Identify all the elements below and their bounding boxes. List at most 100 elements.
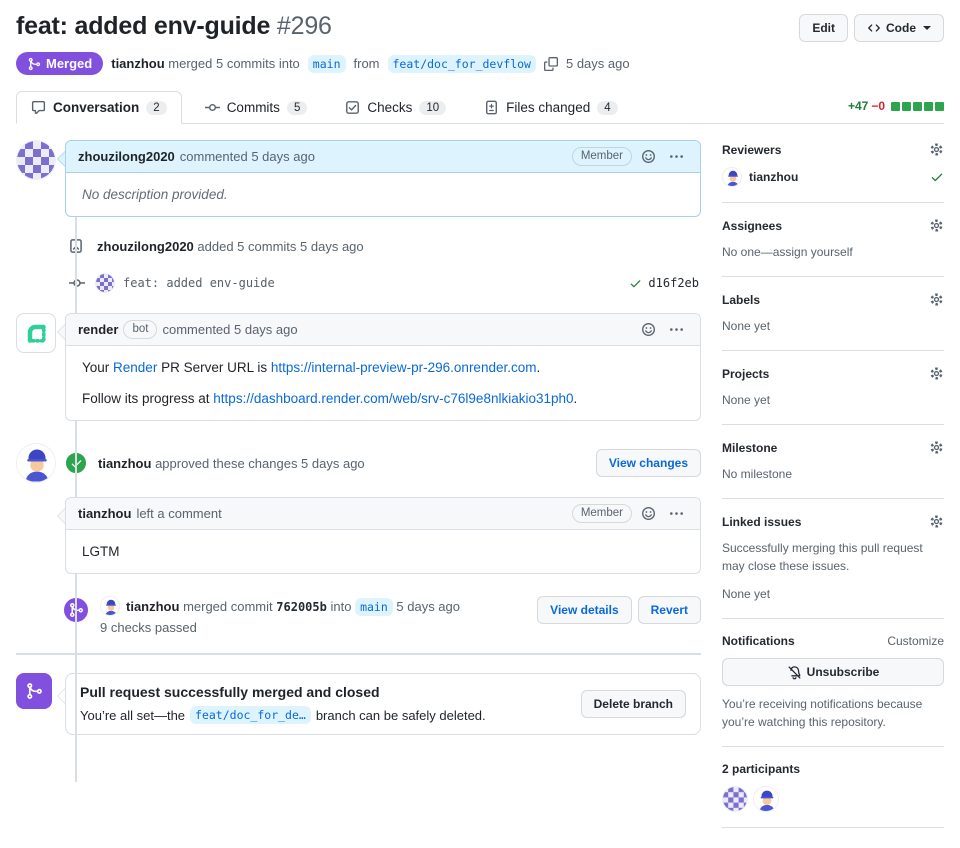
comment-render-bot: render bot commented 5 days ago Your Ren…	[16, 313, 701, 421]
gear-icon[interactable]	[929, 292, 944, 307]
render-link[interactable]: Render	[113, 360, 157, 375]
event-author-link[interactable]: zhouzilong2020	[97, 239, 194, 254]
base-branch-label[interactable]: main	[355, 597, 393, 616]
head-branch-label[interactable]: feat/doc_for_devflow	[387, 54, 536, 73]
customize-link[interactable]: Customize	[887, 634, 944, 648]
identicon-avatar	[723, 787, 747, 811]
participants-title: 2 participants	[722, 762, 801, 776]
render-logo-icon	[24, 321, 48, 345]
review-approved-event: tianzhou approved these changes 5 days a…	[16, 443, 701, 483]
reaction-button[interactable]	[637, 149, 660, 164]
tab-conversation[interactable]: Conversation 2	[16, 91, 182, 124]
avatar[interactable]	[100, 596, 120, 616]
kebab-icon	[670, 328, 683, 331]
comment-icon	[31, 100, 46, 115]
file-diff-icon	[486, 100, 498, 115]
git-merge-icon	[70, 603, 84, 617]
approved-check-icon	[931, 173, 943, 182]
merged-banner-subtitle: You’re all set—the feat/doc_for_de… bran…	[80, 706, 486, 724]
comment-options-button[interactable]	[665, 322, 688, 337]
merged-sha-link[interactable]: 762005b	[276, 600, 327, 614]
pr-meta: Merged tianzhou merged 5 commits into ma…	[16, 52, 944, 75]
commit-sha-link[interactable]: d16f2eb	[648, 276, 699, 290]
comment-author-link[interactable]: zhouzilong2020	[78, 149, 175, 164]
gear-icon[interactable]	[929, 218, 944, 233]
tianzhou-avatar	[723, 168, 741, 186]
merged-banner-title: Pull request successfully merged and clo…	[80, 684, 380, 700]
git-commit-icon	[69, 279, 85, 287]
repo-push-icon	[70, 239, 82, 254]
comment-body: LGTM	[82, 544, 120, 559]
sidebar-notifications: Notifications Customize Unsubscribe You’…	[722, 619, 944, 747]
checks-passed-link[interactable]: 9 checks passed	[100, 620, 537, 635]
avatar[interactable]	[722, 167, 742, 187]
reaction-button[interactable]	[637, 506, 660, 521]
sidebar-participants: 2 participants	[722, 747, 944, 828]
merged-banner: Pull request successfully merged and clo…	[16, 673, 701, 735]
assignees-empty-text[interactable]: No one—assign yourself	[722, 243, 944, 261]
tab-commits[interactable]: Commits 5	[190, 91, 323, 124]
timeline-divider	[16, 653, 701, 655]
code-icon	[868, 24, 880, 32]
preview-url-link[interactable]: https://internal-preview-pr-296.onrender…	[271, 360, 537, 375]
check-icon[interactable]	[629, 277, 642, 290]
review-author-link[interactable]: tianzhou	[98, 456, 151, 471]
participant-avatar[interactable]	[722, 786, 748, 812]
reaction-button[interactable]	[637, 322, 660, 337]
view-changes-button[interactable]: View changes	[595, 449, 701, 477]
git-merge-icon	[28, 57, 41, 70]
gear-icon[interactable]	[929, 514, 944, 529]
sidebar-assignees: Assignees No one—assign yourself	[722, 203, 944, 277]
sidebar-linked-issues: Linked issues Successfully merging this …	[722, 499, 944, 619]
commits-added-event: zhouzilong2020 added 5 commits 5 days ag…	[63, 233, 701, 259]
tianzhou-avatar	[101, 597, 119, 615]
commit-message-link[interactable]: feat: added env-guide	[123, 276, 275, 290]
labels-empty-text: None yet	[722, 319, 771, 333]
merge-time: 5 days ago	[565, 56, 630, 71]
notifications-desc: You’re receiving notifications because y…	[722, 697, 923, 729]
smiley-icon	[642, 507, 655, 520]
participant-avatar[interactable]	[753, 786, 779, 812]
delete-branch-button[interactable]: Delete branch	[580, 690, 686, 718]
tab-files-changed[interactable]: Files changed 4	[469, 91, 632, 124]
gear-icon[interactable]	[929, 142, 944, 157]
dashboard-url-link[interactable]: https://dashboard.render.com/web/srv-c76…	[213, 391, 573, 406]
pr-number: #296	[276, 12, 332, 40]
linked-issues-empty-text: None yet	[722, 587, 771, 601]
comment-body: No description provided.	[82, 187, 228, 202]
merge-author-link[interactable]: tianzhou	[126, 599, 179, 614]
comment-author-link[interactable]: tianzhou	[78, 506, 131, 521]
copy-icon[interactable]	[543, 56, 558, 71]
view-details-button[interactable]: View details	[537, 596, 632, 624]
tab-checks[interactable]: Checks 10	[330, 91, 461, 124]
revert-button[interactable]: Revert	[637, 596, 701, 624]
edit-button[interactable]: Edit	[799, 14, 848, 42]
pr-timeline: zhouzilong2020 commented 5 days ago Memb…	[16, 140, 701, 828]
avatar[interactable]	[95, 273, 115, 293]
bot-badge: bot	[123, 320, 158, 339]
member-badge: Member	[571, 147, 632, 166]
code-dropdown-button[interactable]: Code	[854, 14, 944, 42]
base-branch-label[interactable]: main	[307, 54, 346, 73]
comment-options-button[interactable]	[665, 149, 688, 164]
merged-event: tianzhou merged commit 762005b into main…	[62, 596, 701, 635]
comment-author-link[interactable]: render	[78, 322, 118, 337]
merge-author-link[interactable]: tianzhou	[111, 56, 164, 71]
unsubscribe-button[interactable]: Unsubscribe	[722, 658, 944, 686]
tab-counter: 2	[146, 100, 167, 115]
comment-options-button[interactable]	[665, 506, 688, 521]
sidebar-milestone: Milestone No milestone	[722, 425, 944, 499]
diffstat: +47 −0	[848, 99, 944, 123]
sidebar-projects: Projects None yet	[722, 351, 944, 425]
avatar[interactable]	[16, 443, 56, 483]
status-badge: Merged	[16, 52, 104, 75]
identicon-avatar	[96, 274, 114, 292]
gear-icon[interactable]	[929, 440, 944, 455]
reviewer-name-link[interactable]: tianzhou	[749, 170, 798, 184]
tab-counter: 5	[286, 100, 308, 115]
commit-row: feat: added env-guide d16f2eb	[67, 273, 701, 293]
page-title: feat: added env-guide #296	[16, 12, 332, 41]
gear-icon[interactable]	[929, 366, 944, 381]
comment-body: Your Render PR Server URL is https://int…	[82, 360, 578, 406]
reviewer-row: tianzhou	[722, 167, 944, 187]
